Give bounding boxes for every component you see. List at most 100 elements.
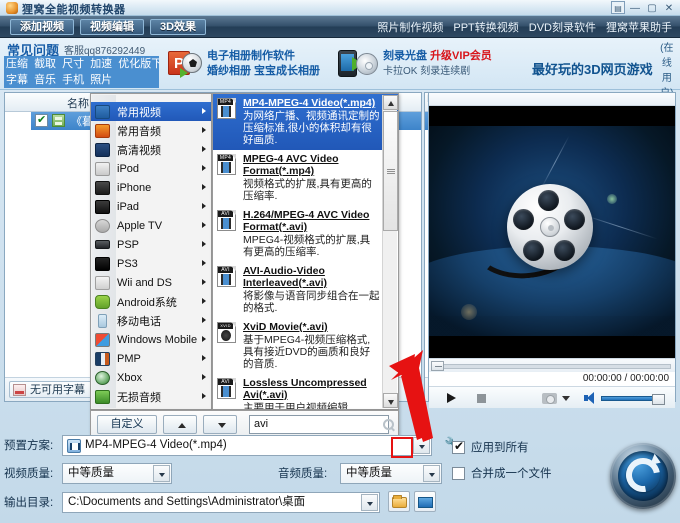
menu-item-hd-video[interactable]: 高清视频 xyxy=(91,140,211,159)
row-checkbox[interactable] xyxy=(35,113,48,127)
ad-dvd-burn[interactable]: 刻录光盘 升级VIP会员 卡拉OK 刻录连续剧 xyxy=(338,42,492,86)
menu-item-wii-ds[interactable]: Wii and DS xyxy=(91,273,211,292)
window-title: 狸窝全能视频转换器 xyxy=(22,4,126,16)
scroll-up-button[interactable] xyxy=(383,95,398,110)
faq-tag-cut[interactable]: 截取 xyxy=(34,58,56,70)
format-action-bar: 自定义 avi xyxy=(90,410,399,437)
tab-3d-effect[interactable]: 3D效果 xyxy=(150,19,207,35)
menu-item-ipod[interactable]: iPod xyxy=(91,159,211,178)
faq-tag-speed[interactable]: 加速 xyxy=(90,58,112,70)
promo-link-photo-video[interactable]: 照片制作视频 xyxy=(377,19,443,35)
promo-link-apple-helper[interactable]: 狸窝苹果助手 xyxy=(606,19,672,35)
preview-time: 00:00:00 / 00:00:00 xyxy=(429,372,675,386)
custom-button[interactable]: 自定义 xyxy=(97,415,157,434)
audio-quality-dropdown-button[interactable] xyxy=(423,464,440,482)
faq-tag-subtitle[interactable]: 字幕 xyxy=(6,74,28,86)
promo-link-ppt-video[interactable]: PPT转换视频 xyxy=(453,19,518,35)
subtitle-button[interactable]: 无可用字幕 xyxy=(9,381,92,398)
menu-item-apple-tv[interactable]: Apple TV xyxy=(91,216,211,235)
menu-item-pmp[interactable]: PMP xyxy=(91,349,211,368)
stop-icon[interactable] xyxy=(477,394,486,403)
menu-item-common-video[interactable]: 常用视频 xyxy=(91,102,211,121)
subtitle-button-label: 无可用字幕 xyxy=(30,384,85,396)
chevron-right-icon xyxy=(202,165,206,171)
faq-tag-music[interactable]: 音乐 xyxy=(34,74,56,86)
move-up-button[interactable] xyxy=(163,415,197,434)
faq-tag-phone[interactable]: 手机 xyxy=(62,74,84,86)
format-item-avi-interleaved[interactable]: AVI AVI-Audio-Video Interleaved(*.avi) 将… xyxy=(213,262,398,318)
format-search-input[interactable]: avi xyxy=(249,415,389,434)
snapshot-dropdown-icon[interactable] xyxy=(562,396,570,401)
menu-item-label: iPhone xyxy=(117,181,152,194)
ad-photo-album[interactable]: P 电子相册制作软件 婚纱相册 宝宝成长相册 xyxy=(168,42,320,86)
menu-item-common-audio[interactable]: 常用音频 xyxy=(91,121,211,140)
menu-item-lossless-audio[interactable]: 无损音频 xyxy=(91,387,211,406)
menu-item-psp[interactable]: PSP xyxy=(91,235,211,254)
menu-item-xbox[interactable]: Xbox xyxy=(91,368,211,387)
menu-item-ps3[interactable]: PS3 xyxy=(91,254,211,273)
iphone-icon xyxy=(95,181,110,195)
faq-tag-photo[interactable]: 照片 xyxy=(90,74,112,86)
audio-quality-select[interactable]: 中等质量 xyxy=(340,462,442,484)
format-list-scrollbar[interactable] xyxy=(382,95,398,408)
close-button[interactable]: ✕ xyxy=(662,1,676,14)
scroll-down-button[interactable] xyxy=(383,393,398,408)
menu-item-iphone[interactable]: iPhone xyxy=(91,178,211,197)
preset-select[interactable]: MP4-MPEG-4 Video(*.mp4) xyxy=(62,434,432,456)
maximize-button[interactable]: ▢ xyxy=(645,1,659,14)
apply-all-checkbox[interactable] xyxy=(452,439,465,454)
xvid-file-icon: XVID xyxy=(217,322,236,343)
output-dropdown-button[interactable] xyxy=(361,493,378,511)
output-path-input[interactable]: C:\Documents and Settings\Administrator\… xyxy=(62,491,380,513)
apply-all-label: 应用到所有 xyxy=(471,442,529,454)
volume-slider[interactable] xyxy=(601,394,665,405)
seek-thumb[interactable] xyxy=(431,361,444,371)
format-item-mp4[interactable]: MP4 MP4-MPEG-4 Video(*.mp4) 为网络广播、视频通讯定制… xyxy=(213,94,398,150)
promo-link-dvd-burn[interactable]: DVD刻录软件 xyxy=(529,19,596,35)
preset-dropdown-button[interactable] xyxy=(413,436,430,454)
mp4-file-icon: MP4 xyxy=(217,154,236,175)
format-item-mpeg4-avc-mp4[interactable]: MP4 MPEG-4 AVC Video Format(*.mp4) 视频格式的… xyxy=(213,150,398,206)
open-folder-button[interactable] xyxy=(414,491,436,512)
format-item-xvid[interactable]: XVID XviD Movie(*.avi) 基于MPEG4-视频压缩格式,具有… xyxy=(213,318,398,374)
seek-bar[interactable] xyxy=(429,358,675,372)
game-ad-line1: 最好玩的3D网页游戏 xyxy=(532,61,653,77)
output-label: 输出目录: xyxy=(4,497,54,509)
faq-tag-size[interactable]: 尺寸 xyxy=(62,58,84,70)
video-quality-select[interactable]: 中等质量 xyxy=(62,462,172,484)
browse-folder-button[interactable] xyxy=(388,491,410,512)
faq-tag-download[interactable]: 优化版下载 xyxy=(118,58,159,70)
menu-item-partial[interactable] xyxy=(91,95,211,102)
menu-item-label: Xbox xyxy=(117,371,143,384)
tab-add-video[interactable]: 添加视频 xyxy=(10,19,74,35)
format-item-lossless-avi[interactable]: AVI Lossless Uncompressed Avi(*.avi) 主要用… xyxy=(213,374,398,409)
menu-item-label: 移动电话 xyxy=(117,315,161,328)
scrollbar-thumb[interactable] xyxy=(383,111,398,231)
menu-button[interactable]: ▤ xyxy=(611,1,625,14)
menu-item-android[interactable]: Android系统 xyxy=(91,292,211,311)
video-quality-dropdown-button[interactable] xyxy=(153,464,170,482)
avi-file-icon: AVI xyxy=(217,378,236,399)
promo-links: 照片制作视频 PPT转换视频 DVD刻录软件 狸窝苹果助手 xyxy=(377,19,672,35)
volume-icon[interactable] xyxy=(584,392,597,404)
apply-all-row[interactable]: 应用到所有 xyxy=(452,436,529,458)
format-title: XviD Movie(*.avi) xyxy=(243,321,328,333)
menu-item-ipad[interactable]: iPad xyxy=(91,197,211,216)
faq-tag-compress[interactable]: 压缩 xyxy=(6,58,28,70)
merge-checkbox[interactable] xyxy=(452,466,465,480)
move-down-button[interactable] xyxy=(203,415,237,434)
play-icon[interactable] xyxy=(447,393,456,403)
preview-screen[interactable] xyxy=(429,106,675,358)
menu-item-mobile-phone[interactable]: 移动电话 xyxy=(91,311,211,330)
faq-tag-list: 压缩 截取 尺寸 加速 优化版下载 字幕 音乐 手机 照片 xyxy=(4,56,159,88)
game-ad-line2: (在线用户) xyxy=(660,43,674,99)
format-item-h264-avi[interactable]: AVI H.264/MPEG-4 AVC Video Format(*.avi)… xyxy=(213,206,398,262)
menu-item-windows-mobile[interactable]: Windows Mobile xyxy=(91,330,211,349)
column-header-name[interactable]: 名称 xyxy=(67,95,89,111)
tab-video-edit[interactable]: 视频编辑 xyxy=(80,19,144,35)
convert-button[interactable] xyxy=(610,443,676,509)
snapshot-icon[interactable] xyxy=(542,393,557,404)
merge-row[interactable]: 合并成一个文件 xyxy=(452,462,552,484)
minimize-button[interactable]: — xyxy=(628,1,642,14)
ad-3d-game[interactable]: 最好玩的3D网页游戏 (在线用户) xyxy=(532,43,676,99)
